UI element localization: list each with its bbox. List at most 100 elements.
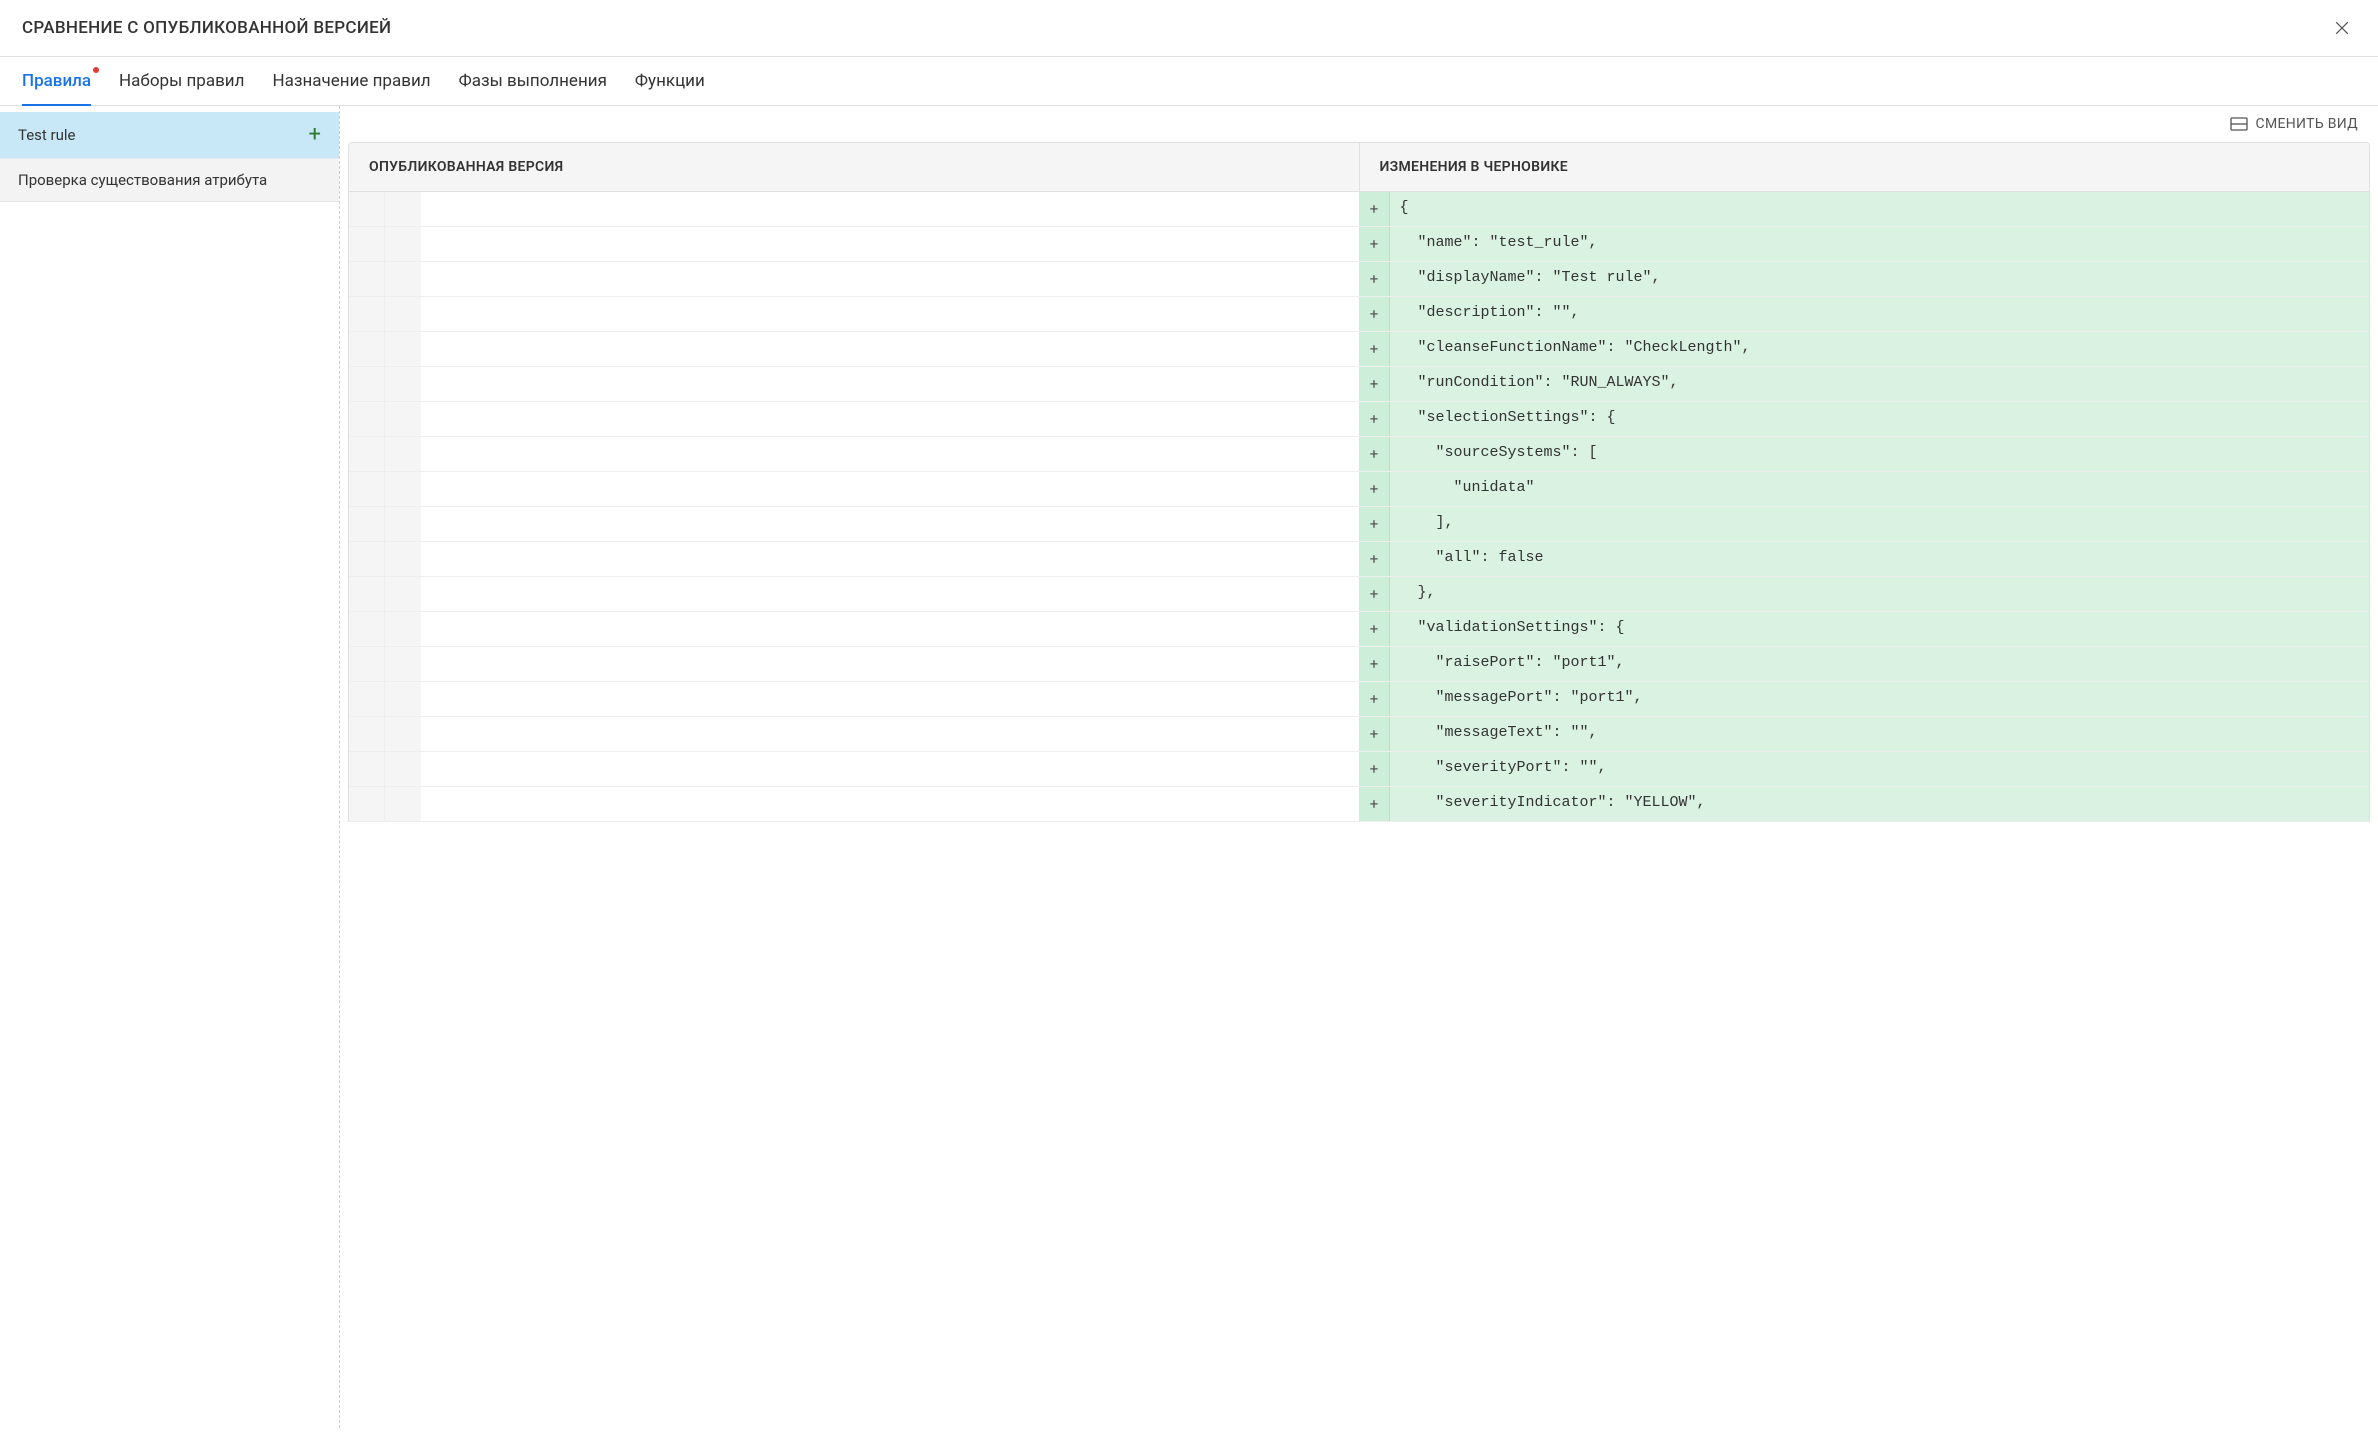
diff-gutter	[349, 542, 385, 576]
diff-gutter	[385, 682, 421, 716]
diff-marker: +	[1360, 227, 1390, 261]
sidebar-item[interactable]: Test rule+	[0, 112, 339, 158]
diff-cell-right: +{	[1360, 192, 2370, 226]
page-title: СРАВНЕНИЕ С ОПУБЛИКОВАННОЙ ВЕРСИЕЙ	[22, 18, 391, 38]
diff-gutter	[385, 437, 421, 471]
diff-code: "validationSettings": {	[1390, 612, 2370, 646]
tab-3[interactable]: Фазы выполнения	[459, 57, 607, 105]
diff-code-empty	[421, 577, 1359, 611]
diff-cell-left	[349, 402, 1360, 436]
diff-cell-right: + "validationSettings": {	[1360, 612, 2370, 646]
tab-label: Правила	[22, 71, 91, 91]
diff-cell-left	[349, 542, 1360, 576]
diff-cell-right: + "sourceSystems": [	[1360, 437, 2370, 471]
diff-code: "severityIndicator": "YELLOW",	[1390, 787, 2370, 821]
diff-cell-left	[349, 297, 1360, 331]
tabs: Правила Наборы правил Назначение правил Фаз…	[0, 57, 2378, 106]
diff-gutter	[349, 682, 385, 716]
diff-code: ],	[1390, 507, 2370, 541]
diff-cell-left	[349, 752, 1360, 786]
diff-row: + "messageText": "",	[349, 717, 2369, 752]
diff-code-empty	[421, 542, 1359, 576]
diff-code: "name": "test_rule",	[1390, 227, 2370, 261]
diff-marker: +	[1360, 682, 1390, 716]
diff-code-empty	[421, 507, 1359, 541]
diff-cell-left	[349, 437, 1360, 471]
diff-gutter	[349, 577, 385, 611]
diff-gutter	[349, 752, 385, 786]
diff-cell-left	[349, 192, 1360, 226]
diff-marker: +	[1360, 472, 1390, 506]
diff-gutter	[385, 227, 421, 261]
diff-row: +{	[349, 192, 2369, 227]
diff-code: "selectionSettings": {	[1390, 402, 2370, 436]
diff-cell-right: + "displayName": "Test rule",	[1360, 262, 2370, 296]
diff-marker: +	[1360, 577, 1390, 611]
diff-row: + "all": false	[349, 542, 2369, 577]
diff-gutter	[385, 612, 421, 646]
tab-2[interactable]: Назначение правил	[272, 57, 430, 105]
diff-row: + ],	[349, 507, 2369, 542]
diff-gutter	[349, 402, 385, 436]
close-icon	[2332, 18, 2352, 38]
diff-cell-right: + "messageText": "",	[1360, 717, 2370, 751]
diff-marker: +	[1360, 297, 1390, 331]
diff-code: "all": false	[1390, 542, 2370, 576]
dirty-indicator-icon	[93, 67, 99, 73]
diff-gutter	[349, 367, 385, 401]
diff-marker: +	[1360, 402, 1390, 436]
diff-marker: +	[1360, 437, 1390, 471]
header: СРАВНЕНИЕ С ОПУБЛИКОВАННОЙ ВЕРСИЕЙ	[0, 0, 2378, 57]
diff-header: ОПУБЛИКОВАННАЯ ВЕРСИЯ ИЗМЕНЕНИЯ В ЧЕРНОВ…	[348, 142, 2370, 192]
diff-row: + "cleanseFunctionName": "CheckLength",	[349, 332, 2369, 367]
diff-code-empty	[421, 262, 1359, 296]
diff-code: {	[1390, 192, 2370, 226]
sidebar-item[interactable]: Проверка существования атрибута	[0, 158, 339, 202]
diff-gutter	[349, 332, 385, 366]
diff-code-empty	[421, 682, 1359, 716]
diff-code-empty	[421, 297, 1359, 331]
diff-cell-left	[349, 682, 1360, 716]
diff-container[interactable]: ОПУБЛИКОВАННАЯ ВЕРСИЯ ИЗМЕНЕНИЯ В ЧЕРНОВ…	[340, 142, 2378, 1428]
sidebar: Test rule+ Проверка существования атрибут…	[0, 106, 340, 1428]
diff-cell-right: + "cleanseFunctionName": "CheckLength",	[1360, 332, 2370, 366]
tab-0[interactable]: Правила	[22, 57, 91, 105]
change-view-button[interactable]: СМЕНИТЬ ВИД	[2230, 116, 2358, 132]
diff-marker: +	[1360, 647, 1390, 681]
diff-marker: +	[1360, 612, 1390, 646]
tab-1[interactable]: Наборы правил	[119, 57, 244, 105]
tab-4[interactable]: Функции	[635, 57, 705, 105]
diff-code-empty	[421, 647, 1359, 681]
diff-code: "cleanseFunctionName": "CheckLength",	[1390, 332, 2370, 366]
diff-cell-right: + "name": "test_rule",	[1360, 227, 2370, 261]
main-panel: СМЕНИТЬ ВИД ОПУБЛИКОВАННАЯ ВЕРСИЯ ИЗМЕНЕ…	[340, 106, 2378, 1428]
diff-cell-right: + "unidata"	[1360, 472, 2370, 506]
diff-gutter	[349, 227, 385, 261]
diff-row: + "raisePort": "port1",	[349, 647, 2369, 682]
diff-row: + "severityIndicator": "YELLOW",	[349, 787, 2369, 822]
diff-code-empty	[421, 332, 1359, 366]
diff-code: "sourceSystems": [	[1390, 437, 2370, 471]
tab-label: Наборы правил	[119, 71, 244, 91]
diff-code: "description": "",	[1390, 297, 2370, 331]
diff-row: + "severityPort": "",	[349, 752, 2369, 787]
diff-gutter	[385, 332, 421, 366]
close-button[interactable]	[2328, 14, 2356, 42]
diff-gutter	[385, 787, 421, 821]
diff-code: "messageText": "",	[1390, 717, 2370, 751]
diff-gutter	[385, 647, 421, 681]
diff-gutter	[385, 717, 421, 751]
sidebar-item-label: Проверка существования атрибута	[18, 171, 267, 189]
diff-code-empty	[421, 192, 1359, 226]
diff-code: "messagePort": "port1",	[1390, 682, 2370, 716]
diff-cell-left	[349, 332, 1360, 366]
diff-cell-right: + "raisePort": "port1",	[1360, 647, 2370, 681]
diff-row: + "validationSettings": {	[349, 612, 2369, 647]
diff-gutter	[385, 507, 421, 541]
sidebar-item-label: Test rule	[18, 126, 76, 144]
diff-cell-left	[349, 227, 1360, 261]
diff-code-empty	[421, 717, 1359, 751]
diff-code-empty	[421, 787, 1359, 821]
diff-cell-right: + "runCondition": "RUN_ALWAYS",	[1360, 367, 2370, 401]
diff-cell-left	[349, 472, 1360, 506]
